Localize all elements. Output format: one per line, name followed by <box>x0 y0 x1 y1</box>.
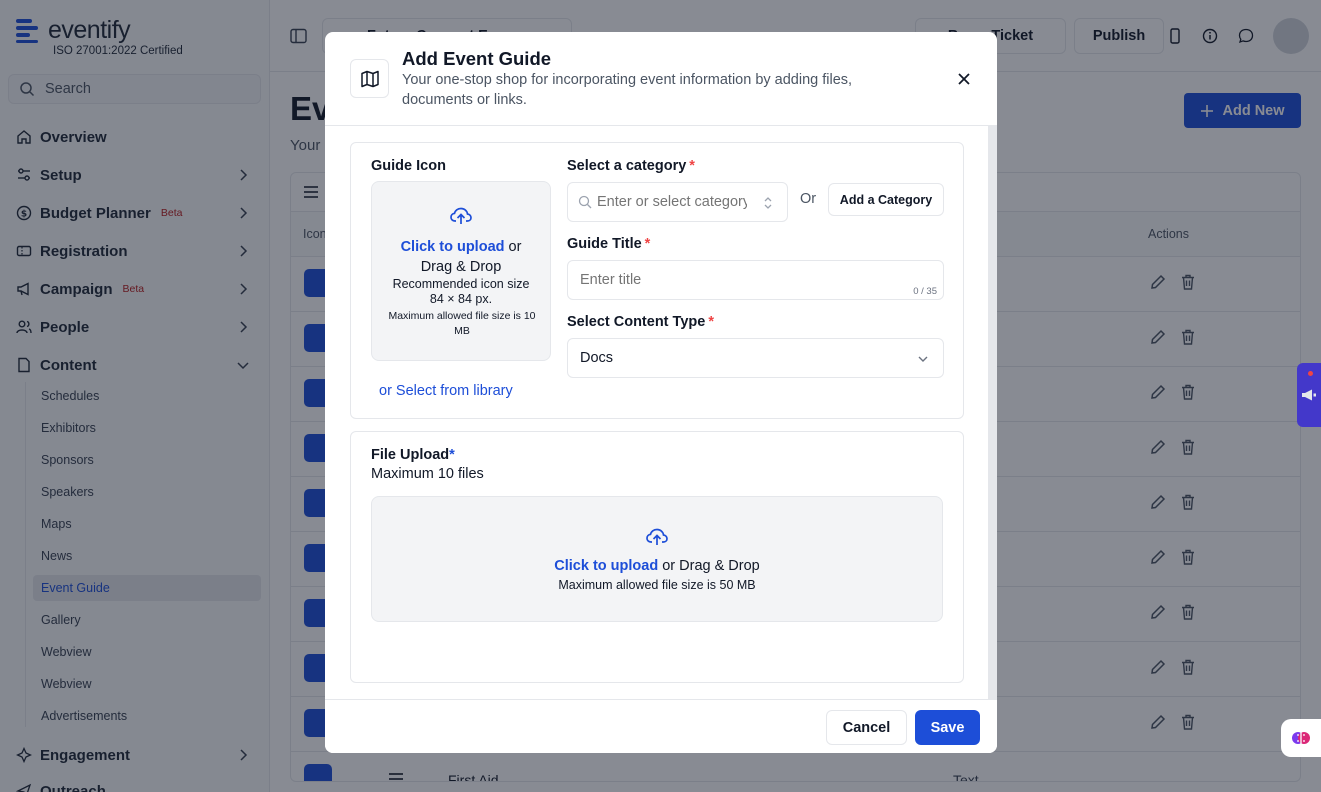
file-upload-label-text: File Upload <box>371 447 450 463</box>
upload-cloud-icon <box>450 207 472 224</box>
click-to-upload-link[interactable]: Click to upload <box>401 239 505 255</box>
upload-cloud-icon <box>646 528 668 545</box>
guide-icon-label: Guide Icon <box>371 158 446 174</box>
add-event-guide-modal: Add Event Guide Your one-stop shop for i… <box>325 32 997 753</box>
char-counter: 0 / 35 <box>913 286 937 297</box>
search-icon <box>578 195 592 209</box>
chevron-down-icon <box>918 356 928 362</box>
drag-drop-text: Drag & Drop <box>420 259 502 275</box>
required-mark: * <box>644 236 651 252</box>
guide-icon-dropzone[interactable]: Click to upload or Drag & Drop Recommend… <box>371 181 551 361</box>
close-button[interactable] <box>954 69 974 89</box>
modal-body: Guide Icon Click to upload or Drag & Dro… <box>325 126 997 699</box>
content-type-label: Select Content Type * <box>567 314 714 330</box>
save-button[interactable]: Save <box>915 710 980 745</box>
recommended-size-text: Recommended icon size <box>392 277 530 291</box>
drag-drop-text: or Drag & Drop <box>662 558 760 574</box>
megaphone-icon <box>1302 389 1316 401</box>
guide-icon-upload-text: Click to upload or Drag & Drop <box>372 237 550 277</box>
ai-assistant-button[interactable] <box>1281 719 1321 757</box>
or-separator: Or <box>800 191 817 207</box>
content-type-select[interactable]: Docs <box>567 338 944 378</box>
category-label: Select a category * <box>567 158 695 174</box>
guide-title-field[interactable]: 0 / 35 <box>567 260 944 300</box>
map-icon <box>350 59 389 98</box>
category-input[interactable] <box>597 194 747 210</box>
content-type-value: Docs <box>580 350 614 366</box>
required-mark: * <box>708 314 714 330</box>
brain-icon <box>1292 732 1310 744</box>
required-mark: * <box>449 447 455 463</box>
guide-title-input[interactable] <box>580 272 920 288</box>
max-icon-size-text: Maximum allowed file size is 10 MB <box>388 310 536 337</box>
file-upload-text: Click to upload or Drag & Drop <box>372 556 942 576</box>
modal-description: Your one-stop shop for incorporating eve… <box>402 72 853 108</box>
modal-title: Add Event Guide <box>402 48 552 69</box>
file-upload-card: File Upload* Maximum 10 files Click to u… <box>350 431 964 683</box>
feedback-tab[interactable] <box>1297 363 1321 427</box>
max-file-size-text: Maximum allowed file size is 50 MB <box>558 578 756 592</box>
add-category-button[interactable]: Add a Category <box>828 183 944 216</box>
guide-title-label: Guide Title * <box>567 236 650 252</box>
file-upload-label: File Upload* <box>371 447 455 463</box>
chevron-up-down-icon <box>764 197 772 209</box>
modal-footer: Cancel Save <box>325 699 997 753</box>
notification-dot <box>1308 371 1313 376</box>
or-text: or <box>508 239 522 255</box>
max-files-text: Maximum 10 files <box>371 466 484 482</box>
required-mark: * <box>689 158 695 174</box>
modal-header: Add Event Guide Your one-stop shop for i… <box>325 32 997 126</box>
category-label-text: Select a category <box>567 158 687 174</box>
category-combobox[interactable] <box>567 182 788 222</box>
guide-details-card: Guide Icon Click to upload or Drag & Dro… <box>350 142 964 419</box>
click-to-upload-link[interactable]: Click to upload <box>554 558 658 574</box>
guide-title-label-text: Guide Title <box>567 236 642 252</box>
select-from-library-link[interactable]: or Select from library <box>379 383 513 399</box>
icon-size-text: 84 × 84 px. <box>429 292 493 306</box>
cancel-button[interactable]: Cancel <box>826 710 907 745</box>
close-icon <box>958 73 970 85</box>
content-type-label-text: Select Content Type <box>567 314 706 330</box>
file-upload-dropzone[interactable]: Click to upload or Drag & Drop Maximum a… <box>371 496 943 622</box>
